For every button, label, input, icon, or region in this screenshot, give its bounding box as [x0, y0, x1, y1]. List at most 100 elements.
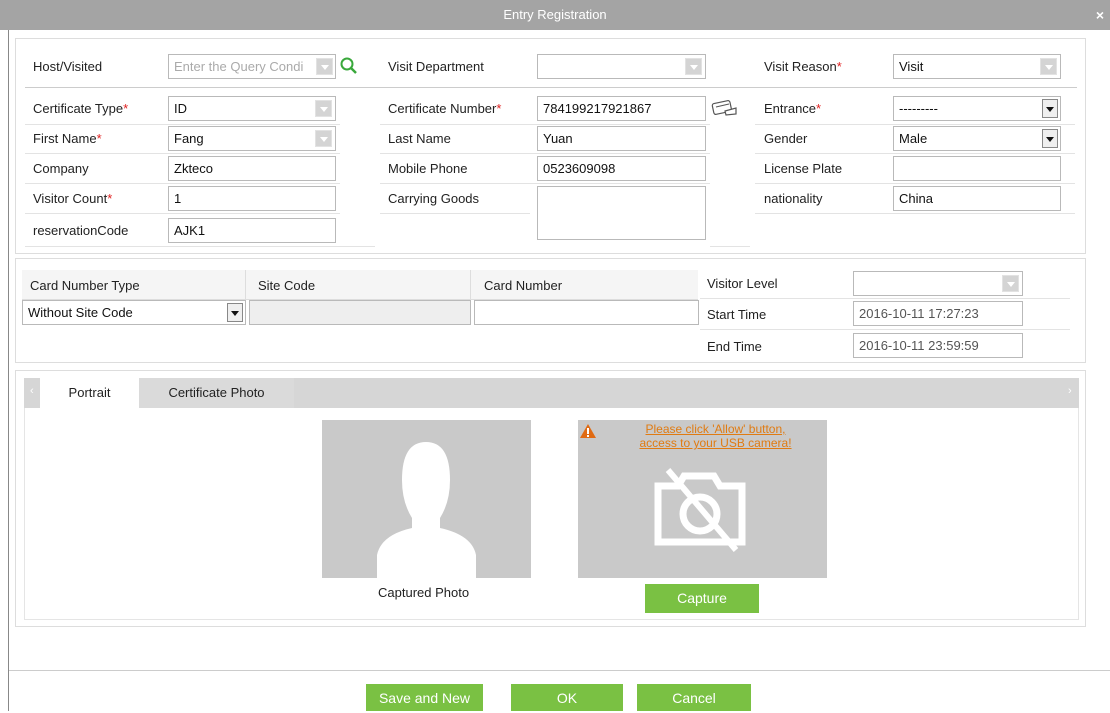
camera-off-icon [654, 468, 746, 552]
mobile-phone-value: 0523609098 [543, 161, 616, 176]
entrance-label: Entrance* [764, 101, 821, 116]
cancel-button[interactable]: Cancel [637, 684, 751, 711]
nationality-input[interactable]: China [893, 186, 1061, 211]
chevron-down-icon[interactable] [685, 58, 702, 75]
visit-department-label: Visit Department [388, 59, 484, 74]
card-number-type-value: Without Site Code [28, 305, 133, 320]
visitor-count-input[interactable]: 1 [168, 186, 336, 211]
divider [755, 153, 1075, 154]
divider [755, 213, 1075, 214]
divider [755, 183, 1075, 184]
chevron-down-icon[interactable] [1002, 275, 1019, 292]
visitor-level-label: Visitor Level [707, 276, 778, 291]
visit-reason-select[interactable]: Visit [893, 54, 1061, 79]
start-time-input[interactable]: 2016-10-11 17:27:23 [853, 301, 1023, 326]
required-mark: * [107, 191, 113, 206]
dialog-titlebar: Entry Registration × [0, 0, 1110, 30]
license-plate-label: License Plate [764, 161, 843, 176]
divider [25, 153, 340, 154]
company-label: Company [33, 161, 89, 176]
entrance-label-text: Entrance [764, 101, 817, 116]
chevron-down-icon[interactable] [227, 303, 243, 322]
certificate-number-input[interactable]: 784199217921867 [537, 96, 706, 121]
tab-certificate-photo-label: Certificate Photo [168, 385, 265, 400]
divider [710, 246, 750, 247]
gender-label: Gender [764, 131, 808, 146]
divider [245, 270, 246, 300]
divider [755, 124, 1075, 125]
chevron-down-icon[interactable] [1040, 58, 1057, 75]
camera-warning-line2: access to your USB camera! [639, 436, 792, 450]
chevron-down-icon[interactable] [315, 130, 332, 147]
dialog-border [8, 30, 9, 711]
divider [470, 270, 471, 300]
save-and-new-button[interactable]: Save and New [366, 684, 483, 711]
tab-certificate-photo[interactable]: Certificate Photo [139, 378, 294, 408]
carrying-goods-textarea[interactable] [537, 186, 706, 240]
last-name-input[interactable]: Yuan [537, 126, 706, 151]
tab-portrait[interactable]: Portrait [40, 378, 139, 408]
divider [380, 183, 710, 184]
site-code-input[interactable] [249, 300, 471, 325]
last-name-label: Last Name [388, 131, 451, 146]
captured-photo [322, 420, 531, 578]
end-time-input[interactable]: 2016-10-11 23:59:59 [853, 333, 1023, 358]
search-icon[interactable] [339, 56, 359, 76]
tab-scroll-right-icon[interactable]: › [1068, 385, 1072, 397]
camera-permission-link[interactable]: Please click 'Allow' button, access to y… [598, 422, 833, 450]
last-name-value: Yuan [543, 131, 573, 146]
host-dropdown-icon[interactable] [316, 58, 333, 75]
mobile-phone-input[interactable]: 0523609098 [537, 156, 706, 181]
reservation-code-value: AJK1 [174, 223, 206, 238]
visitor-level-select[interactable] [853, 271, 1023, 296]
required-mark: * [123, 101, 129, 116]
card-reader-icon[interactable] [711, 99, 739, 117]
divider [700, 298, 1070, 299]
first-name-label: First Name* [33, 131, 102, 146]
footer-divider [9, 670, 1110, 671]
photo-content [24, 408, 1079, 620]
tab-scroll-left-icon[interactable]: ‹ [30, 385, 34, 397]
reservation-code-input[interactable]: AJK1 [168, 218, 336, 243]
divider [25, 183, 340, 184]
tab-portrait-label: Portrait [68, 385, 111, 400]
reservation-code-label: reservationCode [33, 223, 129, 238]
first-name-select[interactable]: Fang [168, 126, 336, 151]
card-number-type-header: Card Number Type [30, 278, 140, 293]
license-plate-input[interactable] [893, 156, 1061, 181]
certificate-number-label-text: Certificate Number [388, 101, 497, 116]
first-name-label-text: First Name [33, 131, 97, 146]
host-search-input[interactable]: Enter the Query Condi [168, 54, 336, 79]
company-input[interactable]: Zkteco [168, 156, 336, 181]
chevron-down-icon[interactable] [1042, 99, 1058, 118]
end-time-label: End Time [707, 339, 762, 354]
divider [25, 124, 340, 125]
visitor-count-label-text: Visitor Count [33, 191, 108, 206]
captured-photo-label: Captured Photo [378, 585, 470, 600]
card-number-header: Card Number [484, 278, 563, 293]
required-mark: * [836, 59, 842, 74]
entrance-select[interactable]: --------- [893, 96, 1061, 121]
chevron-down-icon[interactable] [1042, 129, 1058, 148]
capture-button[interactable]: Capture [645, 584, 759, 613]
end-time-value: 2016-10-11 23:59:59 [859, 338, 979, 353]
certificate-number-label: Certificate Number* [388, 101, 501, 116]
ok-button[interactable]: OK [511, 684, 623, 711]
close-icon[interactable]: × [1096, 0, 1104, 30]
dialog-title: Entry Registration [503, 7, 607, 22]
divider [380, 153, 710, 154]
card-number-type-select[interactable]: Without Site Code [22, 300, 246, 325]
card-number-input[interactable] [474, 300, 699, 325]
divider [380, 124, 710, 125]
visitor-count-value: 1 [174, 191, 182, 206]
nationality-value: China [899, 191, 933, 206]
divider [700, 329, 1070, 330]
gender-select[interactable]: Male [893, 126, 1061, 151]
chevron-down-icon[interactable] [315, 100, 332, 117]
certificate-type-select[interactable]: ID [168, 96, 336, 121]
visit-reason-value: Visit [899, 59, 924, 74]
visit-department-select[interactable] [537, 54, 706, 79]
visitor-count-label: Visitor Count* [33, 191, 112, 206]
divider [25, 213, 340, 214]
camera-warning-line1: Please click 'Allow' button, [645, 422, 786, 436]
